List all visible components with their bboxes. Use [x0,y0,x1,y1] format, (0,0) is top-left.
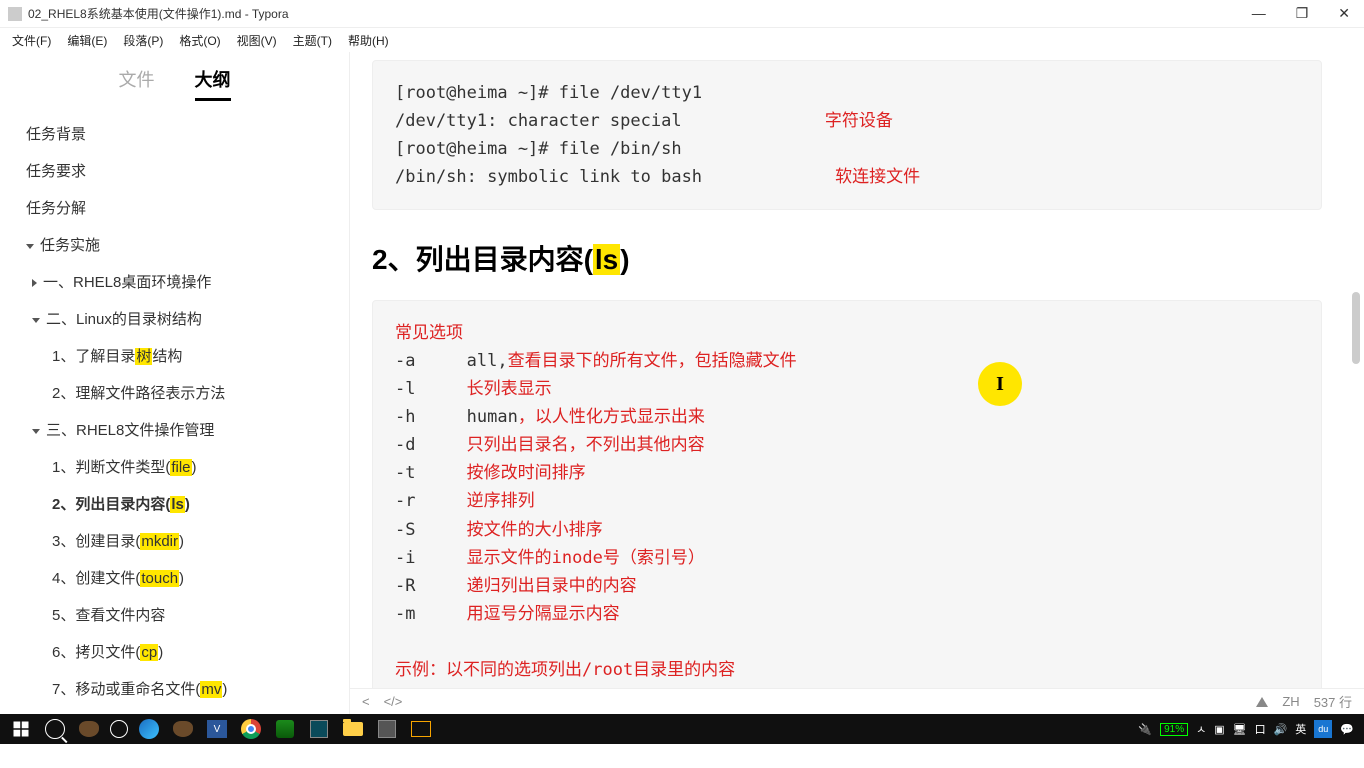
source-code-toggle[interactable]: </> [384,694,403,709]
code-block-ls: 常见选项-a all,查看目录下的所有文件，包括隐藏文件-l 长列表显示-h h… [372,300,1322,714]
outline-item[interactable]: 任务分解 [8,189,341,226]
outline-item[interactable]: 任务要求 [8,152,341,189]
cortana-icon[interactable] [110,720,128,738]
app-icon-2[interactable] [306,716,332,742]
system-tray[interactable]: 🔌 91% ㅅ ▣ 🖥 口 🔊 英 du 💬 [1138,720,1360,738]
outline-item[interactable]: 任务实施 [8,226,341,263]
start-button[interactable] [8,716,34,742]
nav-back[interactable]: < [362,694,370,709]
ime-icon[interactable]: du [1314,720,1332,738]
menu-format[interactable]: 格式(O) [171,30,228,51]
editor-content[interactable]: [root@heima ~]# file /dev/tty1 /dev/tty1… [350,52,1364,714]
section-heading-ls: 2、列出目录内容(ls) [372,238,1322,278]
main-area: 文件 大纲 任务背景任务要求任务分解任务实施一、RHEL8桌面环境操作二、Lin… [0,52,1364,714]
notepad-icon[interactable] [272,716,298,742]
outline-item[interactable]: 1、判断文件类型(file) [8,448,341,485]
typora-icon[interactable] [374,716,400,742]
paint-icon[interactable] [76,716,102,742]
outline-item[interactable]: 7、移动或重命名文件(mv) [8,670,341,707]
volume-icon[interactable]: 🔊 [1274,723,1288,736]
power-icon[interactable]: 🔌 [1138,723,1152,736]
window-title: 02_RHEL8系统基本使用(文件操作1).md - Typora [28,5,1246,22]
outline-item[interactable]: 4、创建文件(touch) [8,559,341,596]
mspaint-icon[interactable] [170,716,196,742]
outline-item[interactable]: 1、了解目录树结构 [8,337,341,374]
menu-edit[interactable]: 编辑(E) [59,30,115,51]
tray-icon[interactable]: ▣ [1214,723,1224,736]
action-center-icon[interactable]: 💬 [1340,723,1354,736]
window-buttons: — ❐ ✕ [1246,5,1356,22]
outline-item[interactable]: 一、RHEL8桌面环境操作 [8,263,341,300]
sidebar: 文件 大纲 任务背景任务要求任务分解任务实施一、RHEL8桌面环境操作二、Lin… [0,52,350,714]
line-count: 537 行 [1314,692,1352,711]
ime-lang[interactable]: 英 [1295,721,1306,737]
outline-item[interactable]: 任务背景 [8,115,341,152]
vmware-icon[interactable] [408,716,434,742]
search-icon[interactable] [42,716,68,742]
app-icon [8,7,22,21]
outline-item[interactable]: 3、创建目录(mkdir) [8,522,341,559]
windows-taskbar[interactable]: V 🔌 91% ㅅ ▣ 🖥 口 🔊 英 du 💬 [0,714,1364,744]
code-line: [root@heima ~]# file /dev/tty1 [395,79,1299,107]
spellcheck-lang[interactable]: ZH [1282,694,1299,709]
code-line: /dev/tty1: character special 字符设备 [395,107,1299,135]
tray-expand[interactable]: ㅅ [1196,721,1206,737]
outline-item[interactable]: 2、理解文件路径表示方法 [8,374,341,411]
menu-paragraph[interactable]: 段落(P) [115,30,171,51]
outline-item[interactable]: 2、列出目录内容(ls) [8,485,341,522]
outline-tree[interactable]: 任务背景任务要求任务分解任务实施一、RHEL8桌面环境操作二、Linux的目录树… [0,109,349,714]
status-bar: < </> ZH 537 行 [350,688,1364,714]
maximize-button[interactable]: ❐ [1290,5,1315,22]
close-button[interactable]: ✕ [1332,5,1356,22]
menu-view[interactable]: 视图(V) [229,30,285,51]
code-line: /bin/sh: symbolic link to bash 软连接文件 [395,163,1299,191]
code-line: [root@heima ~]# file /bin/sh [395,135,1299,163]
network-icon[interactable]: 口 [1255,721,1266,737]
tray-icon[interactable]: 🖥 [1233,723,1247,736]
outline-item[interactable]: 二、Linux的目录树结构 [8,300,341,337]
chrome-icon[interactable] [238,716,264,742]
outline-item[interactable]: 三、RHEL8文件操作管理 [8,411,341,448]
visio-icon[interactable]: V [204,716,230,742]
outline-item[interactable]: 8、删除文件(rm) [8,707,341,714]
outline-item[interactable]: 6、拷贝文件(cp) [8,633,341,670]
minimize-button[interactable]: — [1246,5,1272,22]
menu-file[interactable]: 文件(F) [4,30,59,51]
battery-indicator[interactable]: 91% [1160,723,1188,736]
warning-icon[interactable] [1256,697,1268,707]
outline-item[interactable]: 5、查看文件内容 [8,596,341,633]
sidebar-tabs: 文件 大纲 [0,52,349,109]
edge-icon[interactable] [136,716,162,742]
code-block-file: [root@heima ~]# file /dev/tty1 /dev/tty1… [372,60,1322,210]
menu-theme[interactable]: 主题(T) [285,30,340,51]
tab-files[interactable]: 文件 [119,66,155,101]
menubar[interactable]: 文件(F) 编辑(E) 段落(P) 格式(O) 视图(V) 主题(T) 帮助(H… [0,28,1364,52]
titlebar: 02_RHEL8系统基本使用(文件操作1).md - Typora — ❐ ✕ [0,0,1364,28]
text-cursor-highlight: I [978,362,1022,406]
scrollbar-thumb[interactable] [1352,292,1360,364]
menu-help[interactable]: 帮助(H) [340,30,397,51]
explorer-icon[interactable] [340,716,366,742]
tab-outline[interactable]: 大纲 [195,66,231,101]
